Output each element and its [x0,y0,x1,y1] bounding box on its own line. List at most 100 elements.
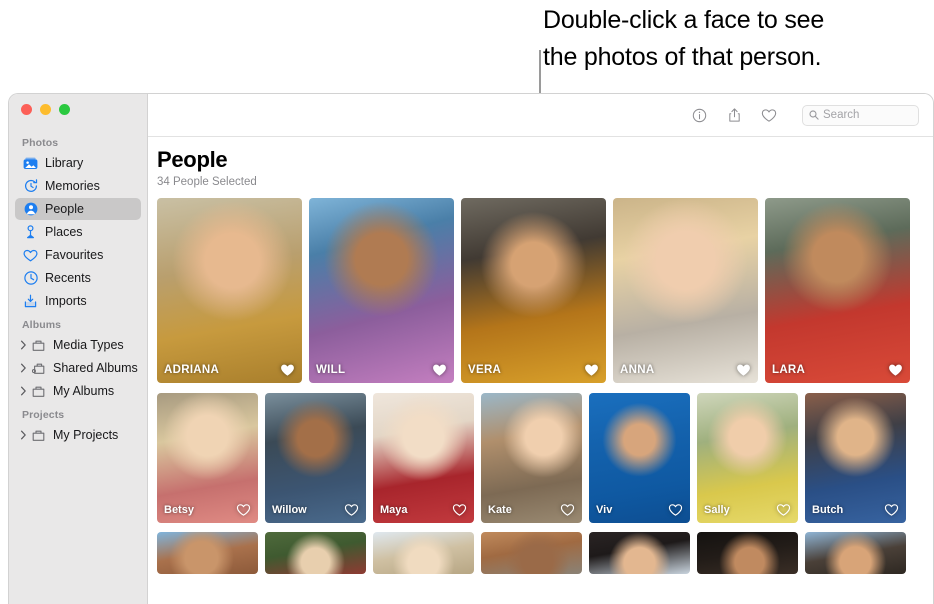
person-tile[interactable]: WILL [309,198,454,383]
person-name: Willow [272,504,307,516]
heart-filled-icon[interactable] [888,363,903,377]
person-tile[interactable] [589,532,690,574]
person-photo [613,198,758,383]
person-name: Maya [380,504,408,516]
person-name: LARA [772,364,806,376]
info-icon[interactable] [686,102,712,128]
sidebar-section-projects: Projects [22,409,65,421]
person-photo [157,198,302,383]
sidebar-item-places[interactable]: Places [15,221,141,243]
person-tile[interactable]: Viv [589,393,690,523]
sidebar-section-albums: Albums [22,319,62,331]
share-icon[interactable] [721,102,747,128]
minimize-button[interactable] [40,104,51,115]
sidebar-item-people[interactable]: People [15,198,141,220]
sidebar-item-label: Memories [45,179,100,193]
person-name: WILL [316,364,346,376]
heart-filled-icon[interactable] [432,363,447,377]
person-tile[interactable]: VERA [461,198,606,383]
toolbar: Search [148,94,933,137]
selection-count: 34 People Selected [157,176,257,188]
person-photo [589,532,690,574]
zoom-button[interactable] [59,104,70,115]
sidebar-section-photos: Photos [22,137,59,149]
sidebar-item-my-albums[interactable]: My Albums [15,380,141,402]
person-tile[interactable] [157,532,258,574]
heart-filled-icon[interactable] [280,363,295,377]
person-name: Sally [704,504,730,516]
page-header: People 34 People Selected [148,137,933,188]
heart-outline-icon[interactable] [452,503,467,517]
import-icon [22,293,39,309]
person-tile[interactable] [481,532,582,574]
person-photo [373,532,474,574]
sidebar-item-shared-albums[interactable]: Shared Albums [15,357,141,379]
person-tile[interactable] [697,532,798,574]
person-tile[interactable] [805,532,906,574]
heart-outline-icon[interactable] [884,503,899,517]
sidebar-item-library[interactable]: Library [15,152,141,174]
sidebar-item-imports[interactable]: Imports [15,290,141,312]
person-tile[interactable]: Willow [265,393,366,523]
person-name: Betsy [164,504,194,516]
chevron-right-icon[interactable] [18,386,29,396]
folder-icon [30,337,47,353]
person-photo [265,532,366,574]
heart-filled-icon[interactable] [736,363,751,377]
sidebar-item-memories[interactable]: Memories [15,175,141,197]
people-row-3 [157,532,933,574]
library-icon [22,155,39,171]
person-tile[interactable]: Kate [481,393,582,523]
heart-outline-icon[interactable] [560,503,575,517]
person-tile[interactable]: Betsy [157,393,258,523]
person-photo [697,532,798,574]
callout-line-1: Double-click a face to see [543,6,825,34]
heart-outline-icon[interactable] [668,503,683,517]
sidebar-item-label: Favourites [45,248,104,262]
search-icon [809,110,819,120]
sidebar: Photos Library Memories People Places Favouri… [9,94,148,604]
chevron-right-icon[interactable] [18,363,29,373]
person-tile[interactable]: Butch [805,393,906,523]
chevron-right-icon[interactable] [18,340,29,350]
person-name: Kate [488,504,512,516]
person-photo [461,198,606,383]
heart-outline-icon[interactable] [776,503,791,517]
favourite-icon[interactable] [756,102,782,128]
folder-icon [30,383,47,399]
callout-line-2: the photos of that person. [543,43,822,71]
heart-icon [22,247,39,263]
sidebar-item-media-types[interactable]: Media Types [15,334,141,356]
person-name: Viv [596,504,613,516]
person-name: Butch [812,504,844,516]
sidebar-item-my-projects[interactable]: My Projects [15,424,141,446]
heart-filled-icon[interactable] [584,363,599,377]
shared-folder-icon [30,360,47,376]
window-controls [21,104,70,115]
sidebar-item-favourites[interactable]: Favourites [15,244,141,266]
sidebar-item-label: My Albums [53,384,115,398]
person-name: ANNA [620,364,655,376]
close-button[interactable] [21,104,32,115]
sidebar-list[interactable]: Photos Library Memories People Places Favouri… [9,131,147,604]
search-field[interactable]: Search [802,104,919,126]
heart-outline-icon[interactable] [236,503,251,517]
places-icon [22,224,39,240]
chevron-right-icon[interactable] [18,430,29,440]
people-row-1: ADRIANA WILL VERA ANNA LARA [157,198,933,383]
sidebar-item-label: Imports [45,294,87,308]
callout-text: Double-click a face to see the photos of… [543,2,923,76]
heart-outline-icon[interactable] [344,503,359,517]
person-tile[interactable]: Maya [373,393,474,523]
sidebar-item-label: Library [45,156,84,170]
person-tile[interactable]: ANNA [613,198,758,383]
sidebar-item-recents[interactable]: Recents [15,267,141,289]
people-icon [22,201,39,217]
clock-icon [22,270,39,286]
person-tile[interactable]: LARA [765,198,910,383]
person-tile[interactable]: ADRIANA [157,198,302,383]
person-name: VERA [468,364,502,376]
person-tile[interactable] [265,532,366,574]
person-tile[interactable]: Sally [697,393,798,523]
person-tile[interactable] [373,532,474,574]
